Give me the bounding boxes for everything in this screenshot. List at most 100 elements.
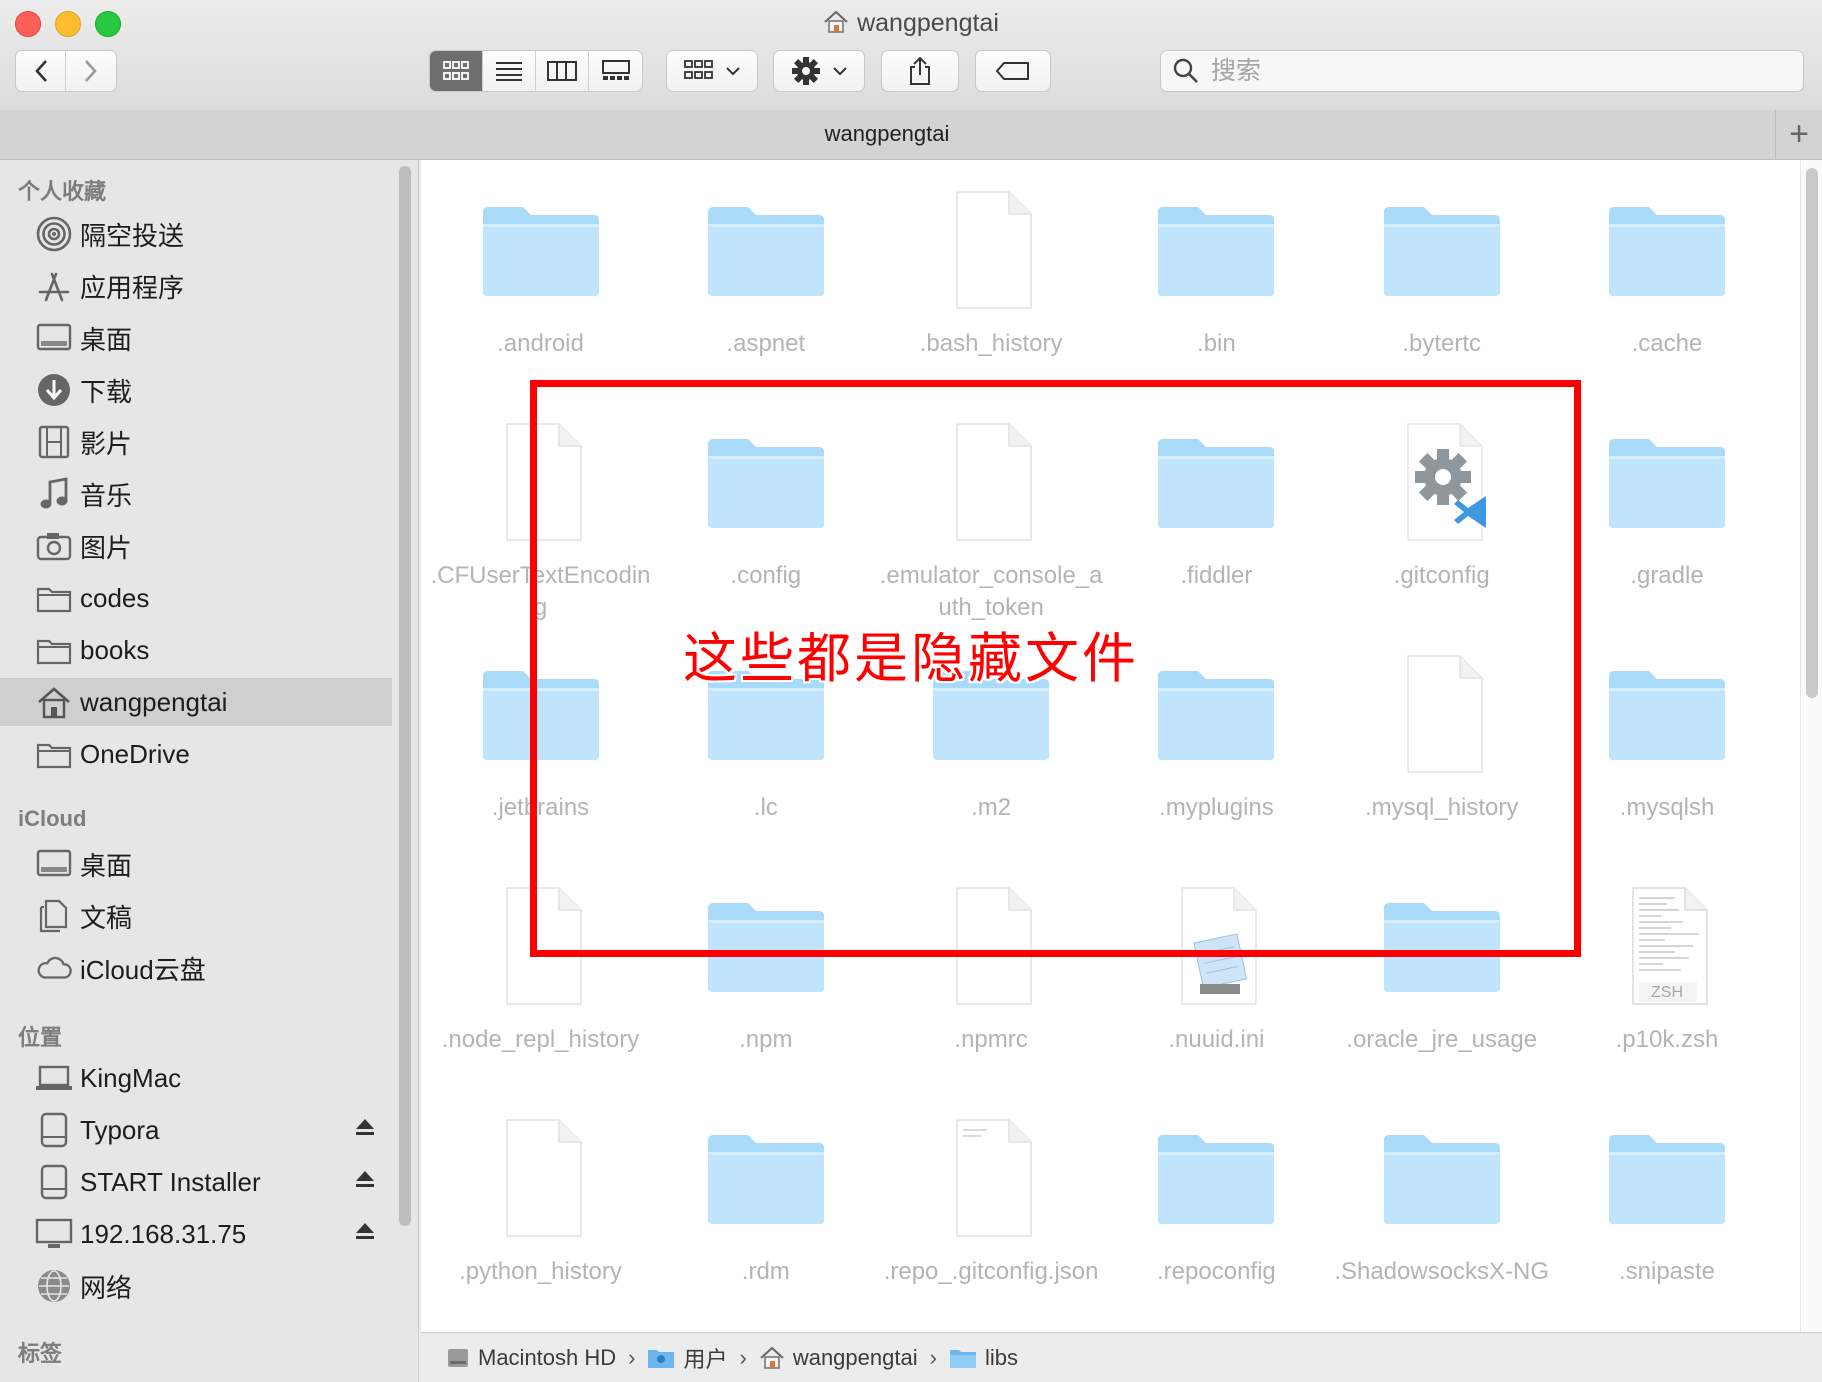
path-item[interactable]: libs [949, 1345, 1018, 1371]
file-item[interactable]: .repoconfig [1104, 1098, 1329, 1330]
sidebar-item-icloud云盘[interactable]: iCloud云盘 [0, 944, 392, 992]
sidebar: 个人收藏 隔空投送 应用程序 桌面 下载 影片 音乐 图片 codes books wangpeng… [0, 160, 419, 1382]
search-icon [1173, 58, 1198, 83]
file-item[interactable]: .bin [1104, 170, 1329, 402]
sidebar-item-应用程序[interactable]: 应用程序 [0, 262, 392, 310]
sidebar-item-wangpengtai[interactable]: wangpengtai [0, 678, 392, 726]
gear-icon [792, 57, 820, 85]
sidebar-item-label: Typora [80, 1114, 160, 1145]
eject-icon[interactable] [355, 1118, 375, 1141]
navigation-buttons [15, 50, 117, 92]
sidebar-scrollbar[interactable] [399, 166, 411, 1226]
sidebar-item-onedrive[interactable]: OneDrive [0, 730, 392, 778]
gallery-view-button[interactable] [589, 51, 642, 91]
file-name: .npmrc [954, 1026, 1028, 1053]
sidebar-item-kingmac[interactable]: KingMac [0, 1054, 392, 1102]
folder-icon [949, 1347, 977, 1369]
folder-icon [704, 1116, 828, 1240]
grid-icon [443, 61, 469, 80]
list-view-button[interactable] [483, 51, 536, 91]
sidebar-item-start-installer[interactable]: START Installer [0, 1158, 392, 1206]
sidebar-item-桌面[interactable]: 桌面 [0, 840, 392, 888]
users-folder-icon [647, 1347, 675, 1369]
folder-icon [1605, 652, 1729, 776]
favorites-header: 个人收藏 [18, 179, 107, 204]
file-item[interactable]: .aspnet [653, 170, 878, 402]
hard-drive-icon [446, 1346, 470, 1370]
downloads-icon [35, 371, 73, 409]
file-name: .rdm [741, 1258, 790, 1285]
file-name: .bin [1197, 330, 1236, 357]
window-title: wangpengtai [0, 9, 1822, 41]
network-icon [35, 1267, 73, 1305]
folder-icon [1605, 188, 1729, 312]
sidebar-item-192-168-31-75[interactable]: 192.168.31.75 [0, 1210, 392, 1258]
share-button[interactable] [881, 50, 959, 92]
file-item[interactable]: .mysqlsh [1555, 634, 1780, 866]
path-item[interactable]: Macintosh HD [446, 1345, 616, 1371]
file-item[interactable]: .repo_.gitconfig.json [879, 1098, 1104, 1330]
file-item[interactable]: .android [428, 170, 653, 402]
chevron-right-icon [85, 60, 97, 82]
column-view-button[interactable] [536, 51, 589, 91]
sidebar-item-label: 网络 [80, 1272, 133, 1303]
sidebar-item-隔空投送[interactable]: 隔空投送 [0, 210, 392, 258]
sidebar-item-typora[interactable]: Typora [0, 1106, 392, 1154]
action-menu-button[interactable] [773, 50, 865, 92]
forward-button[interactable] [66, 51, 116, 91]
search-input[interactable] [1209, 55, 1773, 87]
folder-icon [1154, 1116, 1278, 1240]
edit-tags-button[interactable] [975, 50, 1051, 92]
display-icon [35, 1215, 73, 1253]
music-icon [35, 475, 73, 513]
sidebar-item-文稿[interactable]: 文稿 [0, 892, 392, 940]
file-item[interactable]: .bytertc [1329, 170, 1554, 402]
sidebar-item-label: codes [80, 582, 150, 613]
back-button[interactable] [16, 51, 66, 91]
sidebar-item-桌面[interactable]: 桌面 [0, 314, 392, 362]
sidebar-item-网络[interactable]: 网络 [0, 1262, 392, 1310]
folder-icon [1605, 1116, 1729, 1240]
home-icon [823, 10, 849, 41]
group-by-button[interactable] [666, 50, 758, 92]
path-item[interactable]: 用户 [647, 1342, 728, 1374]
sidebar-item-音乐[interactable]: 音乐 [0, 470, 392, 518]
file-item[interactable]: .snipaste [1555, 1098, 1780, 1330]
document-icon: ZSH [1605, 884, 1729, 1008]
cloud-icon [35, 949, 73, 987]
sidebar-item-图片[interactable]: 图片 [0, 522, 392, 570]
sidebar-item-books[interactable]: books [0, 626, 392, 674]
scrollbar-thumb[interactable] [1806, 168, 1818, 698]
sidebar-item-影片[interactable]: 影片 [0, 418, 392, 466]
icon-view-button[interactable] [430, 51, 483, 91]
folder-icon [704, 188, 828, 312]
tab-wangpengtai[interactable]: wangpengtai [0, 121, 1774, 147]
path-separator: › [929, 1344, 937, 1370]
path-item[interactable]: wangpengtai [759, 1345, 918, 1371]
eject-icon[interactable] [355, 1222, 375, 1245]
new-tab-button[interactable]: + [1775, 110, 1822, 159]
documents-icon [35, 897, 73, 935]
document-icon [929, 1116, 1053, 1240]
file-item[interactable]: .python_history [428, 1098, 653, 1330]
file-item[interactable]: .cache [1555, 170, 1780, 402]
sidebar-item-codes[interactable]: codes [0, 574, 392, 622]
chevron-down-icon [726, 67, 740, 76]
sidebar-item-label: OneDrive [80, 738, 190, 769]
desktop-icon [35, 845, 73, 883]
file-item[interactable]: .rdm [653, 1098, 878, 1330]
applications-icon [35, 267, 73, 305]
content-scrollbar[interactable] [1800, 160, 1822, 1332]
file-item[interactable]: .gradle [1555, 402, 1780, 634]
file-item[interactable]: ZSH .p10k.zsh [1555, 866, 1780, 1098]
title-bar: wangpengtai [0, 0, 1822, 111]
file-item[interactable]: .ShadowsocksX-NG [1329, 1098, 1554, 1330]
file-name: .snipaste [1618, 1258, 1716, 1285]
search-field[interactable] [1160, 50, 1804, 92]
sidebar-item-label: KingMac [80, 1062, 182, 1093]
path-item-label: wangpengtai [792, 1344, 918, 1370]
eject-icon[interactable] [355, 1170, 375, 1193]
file-item[interactable]: .bash_history [879, 170, 1104, 402]
sidebar-item-label: 桌面 [80, 850, 133, 881]
sidebar-item-下载[interactable]: 下载 [0, 366, 392, 414]
